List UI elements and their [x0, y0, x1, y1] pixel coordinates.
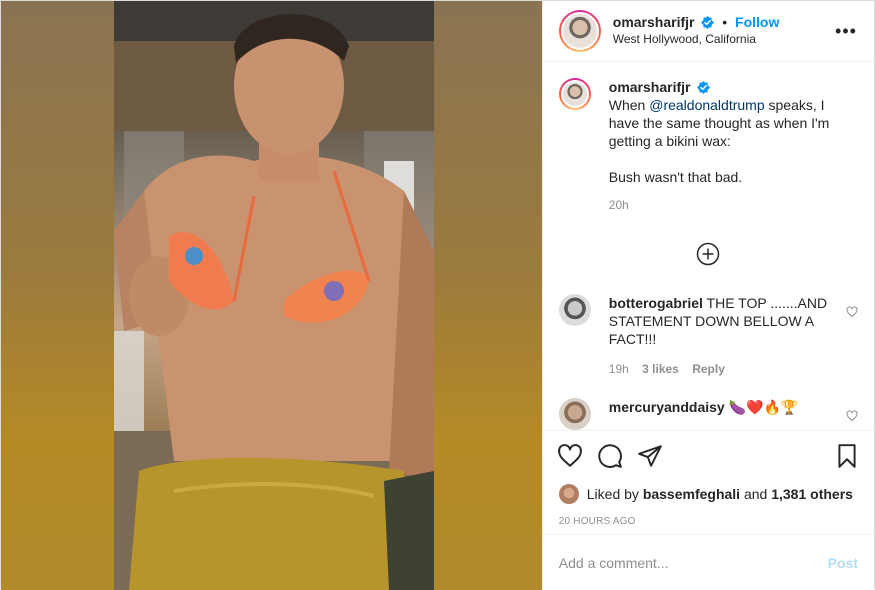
- caption-text: When @realdonaldtrump speaks, I have the…: [608, 97, 830, 149]
- likes-summary: Liked by bassemfeghali and 1,381 others: [543, 480, 874, 508]
- post-timestamp[interactable]: 20 HOURS AGO: [543, 508, 874, 534]
- verified-badge-icon: [697, 81, 711, 94]
- more-horizontal-icon[interactable]: •••: [834, 21, 858, 42]
- comment-like-heart-icon[interactable]: [846, 410, 858, 422]
- post-side-panel: omarsharifjr • Follow West Hollywood, Ca…: [541, 1, 874, 590]
- caption-text-line2: Bush wasn't that bad.: [608, 169, 743, 185]
- liker-username[interactable]: bassemfeghali: [643, 486, 740, 502]
- author-username[interactable]: omarsharifjr: [613, 14, 695, 30]
- reply-button[interactable]: Reply: [692, 362, 725, 376]
- post-comment-button[interactable]: Post: [828, 555, 858, 571]
- share-icon[interactable]: [637, 443, 663, 469]
- comment-likes[interactable]: 3 likes: [642, 362, 679, 376]
- comment-text: 🍆❤️🔥🏆: [728, 399, 799, 415]
- comment-item: mercuryanddaisy 🍆❤️🔥🏆: [558, 398, 858, 430]
- comment-item: botterogabriel THE TOP .......AND STATEM…: [558, 294, 858, 378]
- add-comment-bar: Post: [542, 534, 874, 590]
- post-photo[interactable]: [114, 1, 434, 590]
- commenter-avatar[interactable]: [558, 398, 591, 430]
- comment-meta: 19h 3 likes Reply: [609, 360, 846, 378]
- post-modal: omarsharifjr • Follow West Hollywood, Ca…: [0, 0, 875, 590]
- heart-icon[interactable]: [557, 443, 583, 469]
- comment-username[interactable]: mercuryanddaisy: [609, 399, 725, 415]
- load-more-comments[interactable]: [559, 242, 858, 266]
- caption-meta: 20h: [609, 196, 858, 214]
- comment-username[interactable]: botterogabriel: [609, 295, 703, 311]
- comment-content: botterogabriel THE TOP .......AND STATEM…: [609, 294, 846, 348]
- comment-like-heart-icon[interactable]: [846, 306, 858, 318]
- plus-circle-icon[interactable]: [696, 242, 720, 266]
- add-comment-input[interactable]: [558, 554, 828, 571]
- likes-others-link[interactable]: 1,381 others: [771, 486, 853, 502]
- caption-time[interactable]: 20h: [609, 198, 629, 212]
- bookmark-icon[interactable]: [834, 443, 860, 469]
- liker-avatar[interactable]: [558, 484, 579, 504]
- comment-icon[interactable]: [597, 443, 623, 469]
- author-avatar[interactable]: [558, 10, 601, 52]
- verified-badge-icon: [701, 16, 715, 29]
- caption-avatar[interactable]: [558, 78, 591, 110]
- post-location[interactable]: West Hollywood, California: [613, 31, 834, 48]
- separator-dot: •: [722, 14, 728, 30]
- photo-illustration: [114, 1, 434, 590]
- caption-entry: omarsharifjr When @realdonaldtrump speak…: [558, 78, 858, 214]
- caption-mention[interactable]: @realdonaldtrump: [649, 97, 764, 113]
- post-media[interactable]: [1, 1, 542, 590]
- follow-button[interactable]: Follow: [735, 14, 779, 30]
- author-info: omarsharifjr • Follow West Hollywood, Ca…: [613, 14, 834, 48]
- action-bar: [542, 430, 874, 480]
- comments-section: omarsharifjr When @realdonaldtrump speak…: [543, 62, 874, 430]
- commenter-avatar[interactable]: [558, 294, 591, 326]
- caption-username[interactable]: omarsharifjr: [609, 79, 691, 95]
- post-header: omarsharifjr • Follow West Hollywood, Ca…: [542, 1, 874, 62]
- comment-time[interactable]: 19h: [609, 362, 629, 376]
- comment-content: mercuryanddaisy 🍆❤️🔥🏆: [609, 398, 846, 416]
